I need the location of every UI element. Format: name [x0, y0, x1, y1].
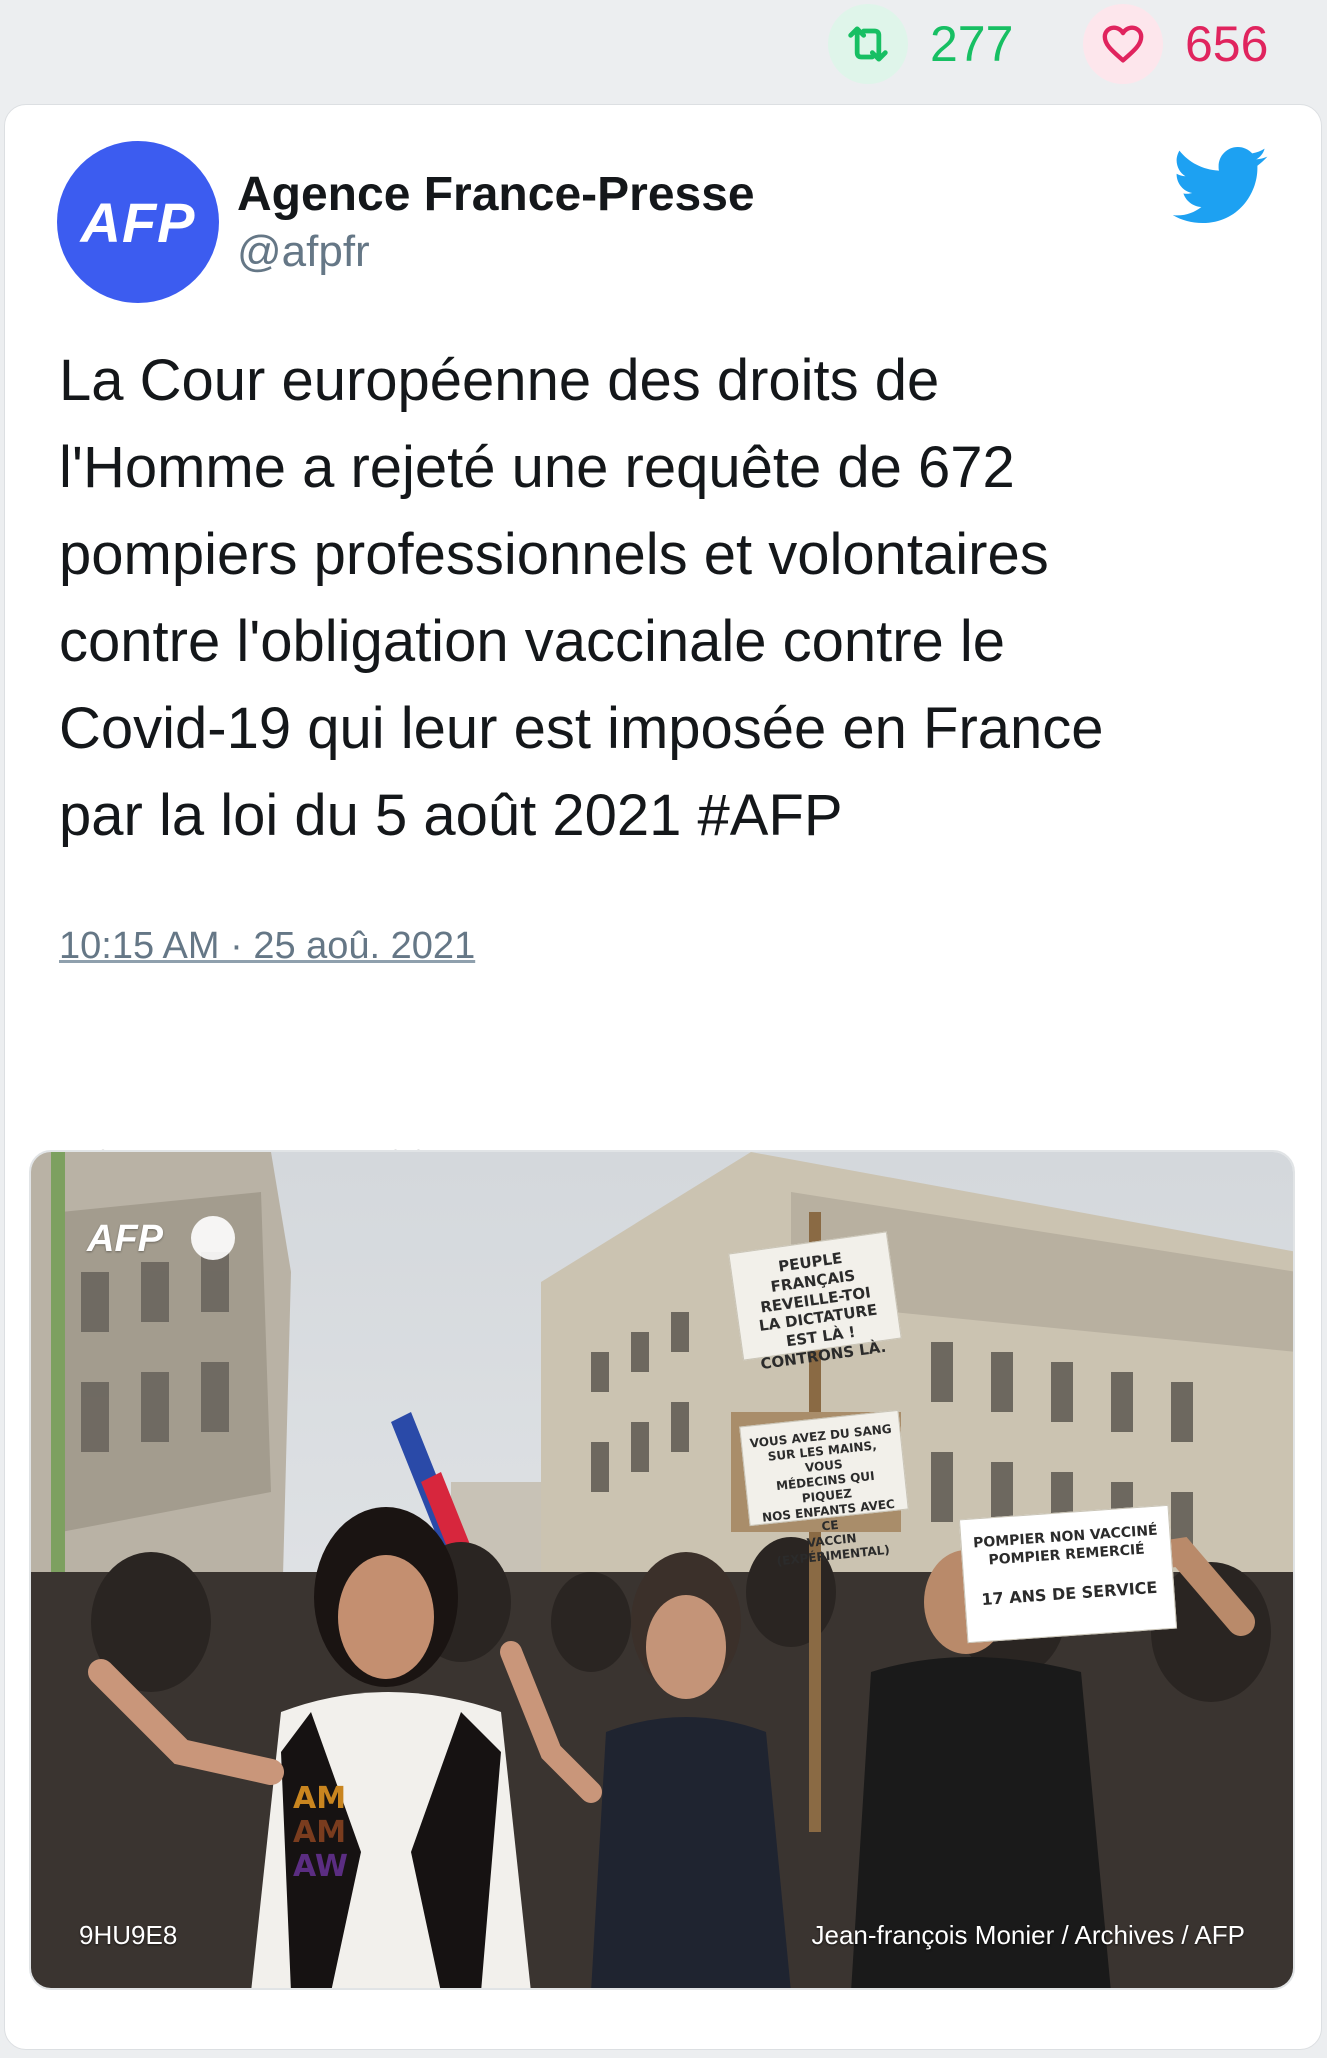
tweet-timestamp[interactable]: 10:15 AM · 25 aoû. 2021	[59, 925, 475, 968]
photo-code: 9HU9E8	[79, 1920, 178, 1950]
shirt-line: AM	[293, 1815, 347, 1850]
tweet-photo[interactable]: AFP PEUPLE FRANÇAIS REVEILLE-TOI LA DICT…	[29, 1150, 1295, 1990]
tweet-text-line: l'Homme a rejeté une requête de 672	[59, 435, 1015, 500]
tweet-text: La Cour européenne des droits de l'Homme…	[59, 337, 1279, 859]
retweet-icon[interactable]	[828, 4, 908, 84]
afp-watermark: AFP	[87, 1218, 163, 1260]
sign-line: 17 ANS DE SERVICE	[980, 1577, 1158, 1610]
author-handle[interactable]: @afpfr	[237, 227, 370, 277]
protest-sign: PEUPLE FRANÇAIS REVEILLE-TOI LA DICTATUR…	[728, 1231, 902, 1373]
tweet-text-line: Covid-19 qui leur est imposée en France	[59, 696, 1104, 761]
shirt-line: AW	[293, 1849, 348, 1884]
avatar-logo-text: AFP	[80, 190, 196, 254]
tweet-text-line: contre l'obligation vaccinale contre le	[59, 609, 1006, 674]
protest-sign: VOUS AVEZ DU SANG SUR LES MAINS, VOUS MÉ…	[739, 1409, 909, 1568]
tweet-text-line: pompiers professionnels et volontaires	[59, 522, 1049, 587]
watermark-dot	[191, 1216, 235, 1260]
retweet-stat[interactable]: 277	[828, 4, 1013, 84]
shirt-line: AM	[293, 1781, 347, 1816]
twitter-bird-icon[interactable]	[1173, 147, 1269, 227]
heart-icon[interactable]	[1083, 4, 1163, 84]
photo-credit: Jean-françois Monier / Archives / AFP	[811, 1920, 1245, 1950]
tweet-card: AFP Agence France-Presse @afpfr La Cour …	[4, 104, 1322, 2050]
protest-sign: POMPIER NON VACCINÉ POMPIER REMERCIÉ 17 …	[958, 1504, 1178, 1644]
like-count: 656	[1185, 16, 1269, 72]
engagement-bar: 277 656	[0, 0, 1327, 100]
tweet-text-line: par la loi du 5 août 2021 #AFP	[59, 783, 843, 848]
author-name[interactable]: Agence France-Presse	[237, 167, 755, 222]
shirt-print: AM AM AW	[293, 1782, 348, 1884]
like-stat[interactable]: 656	[1083, 4, 1268, 84]
tweet-text-line: La Cour européenne des droits de	[59, 348, 940, 413]
avatar[interactable]: AFP	[57, 141, 219, 303]
retweet-count: 277	[930, 16, 1014, 72]
